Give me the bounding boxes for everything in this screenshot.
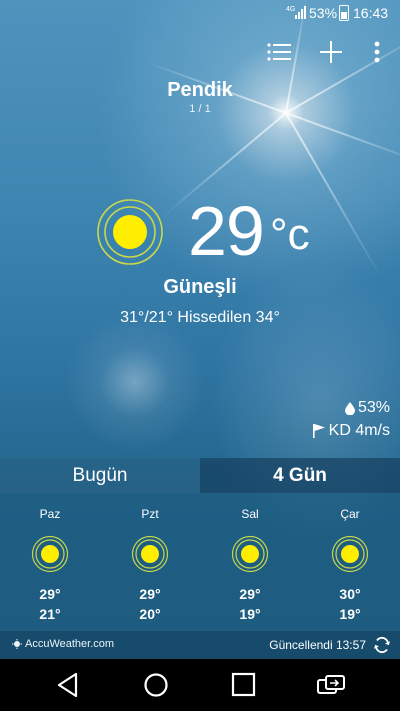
network-type-label: 4G: [286, 6, 295, 13]
day-low: 21°: [39, 606, 61, 622]
add-location-button[interactable]: [316, 38, 346, 66]
more-vert-icon: [374, 41, 380, 63]
weather-screen: 4G 53% 16:43 Pendik 1 / 1 29 °c Güneşli …: [0, 0, 400, 659]
daily-forecast: Paz 29° 21° Pzt 29° 20° Sal 29° 19° Çar …: [0, 493, 400, 631]
clock: 16:43: [353, 5, 389, 21]
footer: AccuWeather.com Güncellendi 13:57: [0, 631, 400, 659]
forecast-day[interactable]: Paz 29° 21°: [0, 493, 100, 631]
sun-icon: [31, 535, 69, 573]
forecast-tabs: Bugün 4 Gün: [0, 458, 400, 493]
humidity: 53%: [344, 399, 390, 417]
forecast-day[interactable]: Sal 29° 19°: [200, 493, 300, 631]
temperature-unit: °c: [270, 210, 310, 259]
flag-icon: [312, 424, 325, 438]
list-icon: [267, 43, 291, 61]
day-high: 29°: [39, 586, 61, 602]
day-low: 20°: [139, 606, 161, 622]
status-bar: 4G 53% 16:43: [0, 0, 400, 26]
battery-percent: 53%: [309, 5, 338, 21]
temperature-value: 29: [188, 192, 265, 270]
sun-icon: [331, 535, 369, 573]
location-list-button[interactable]: [264, 38, 294, 66]
wind: KD 4m/s: [312, 422, 390, 440]
water-drop-icon: [344, 401, 355, 415]
plus-icon: [320, 41, 342, 63]
forecast-day[interactable]: Çar 30° 19°: [300, 493, 400, 631]
wind-value: KD 4m/s: [328, 422, 390, 439]
sun-icon: [97, 199, 163, 265]
day-name: Çar: [340, 507, 360, 521]
navigation-bar: [0, 659, 400, 711]
sun-ray: [285, 112, 400, 166]
refresh-icon[interactable]: [372, 635, 392, 655]
current-temperature: 29: [188, 190, 265, 272]
day-name: Pzt: [141, 507, 159, 521]
sun-icon: [131, 535, 169, 573]
forecast-day[interactable]: Pzt 29° 20°: [100, 493, 200, 631]
home-icon[interactable]: [141, 671, 171, 699]
provider-name: AccuWeather.com: [25, 638, 115, 650]
day-high: 29°: [239, 586, 261, 602]
recents-icon[interactable]: [229, 671, 259, 699]
weather-condition: Güneşli: [163, 276, 237, 298]
sun-icon: [231, 535, 269, 573]
last-updated: Güncellendi 13:57: [269, 638, 366, 652]
dual-window-icon[interactable]: [316, 671, 346, 699]
day-high: 30°: [339, 586, 361, 602]
page-indicator: 1 / 1: [189, 103, 211, 115]
tab-today[interactable]: Bugün: [0, 458, 200, 493]
accuweather-sun-icon: [12, 639, 22, 649]
day-low: 19°: [239, 606, 261, 622]
day-low: 19°: [339, 606, 361, 622]
accuweather-link[interactable]: AccuWeather.com: [12, 638, 114, 650]
day-high: 29°: [139, 586, 161, 602]
overflow-menu-button[interactable]: [362, 38, 392, 66]
tab-4-day[interactable]: 4 Gün: [200, 458, 400, 493]
location-name[interactable]: Pendik: [0, 79, 400, 102]
hi-lo-feels-like: 31°/21° Hissedilen 34°: [120, 309, 280, 326]
day-name: Sal: [241, 507, 259, 521]
battery-icon: [339, 5, 349, 21]
back-icon[interactable]: [54, 671, 84, 699]
signal-icon: 4G: [286, 6, 306, 19]
day-name: Paz: [39, 507, 61, 521]
humidity-value: 53%: [357, 399, 390, 416]
